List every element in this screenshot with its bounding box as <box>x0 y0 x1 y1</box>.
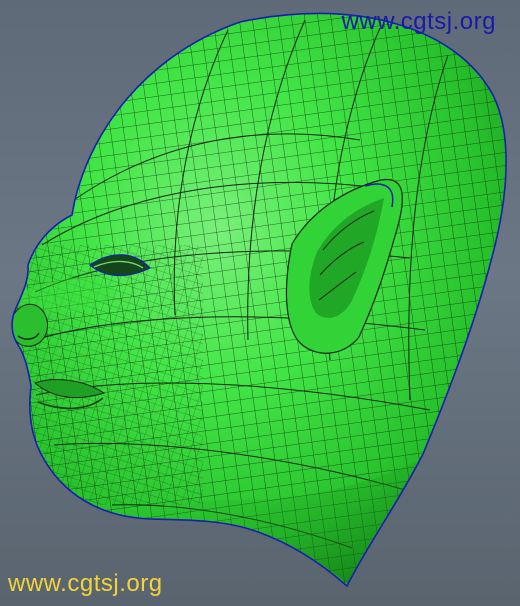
watermark-bottom: www.cgtsj.org <box>8 570 163 597</box>
3d-viewport[interactable]: www.cgtsj.org www.cgtsj.org <box>0 0 520 606</box>
head-wireframe-model <box>11 12 507 588</box>
watermark-top: www.cgtsj.org <box>341 8 496 35</box>
